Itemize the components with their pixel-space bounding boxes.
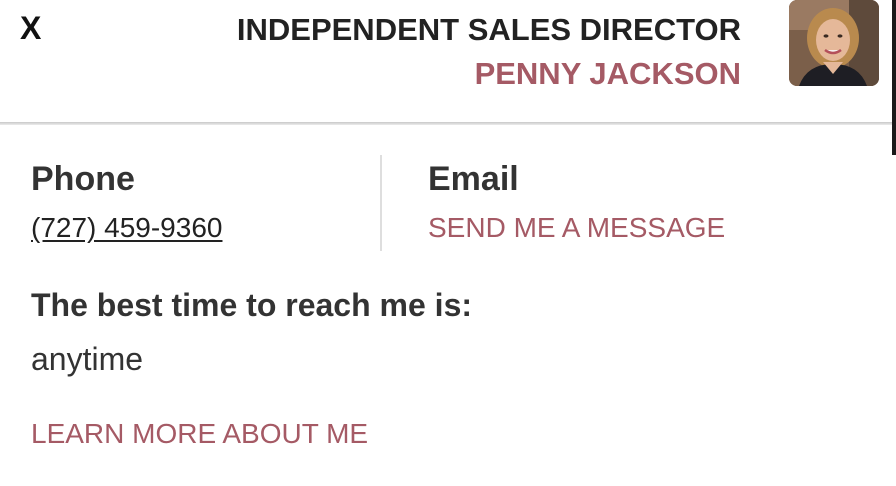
- best-time-label: The best time to reach me is:: [31, 287, 473, 323]
- learn-more-link[interactable]: LEARN MORE ABOUT ME: [31, 417, 368, 451]
- contact-card: X INDEPENDENT SALES DIRECTOR PENNY JACKS…: [0, 0, 896, 486]
- best-time-value: anytime: [31, 341, 144, 377]
- phone-label: Phone: [31, 160, 135, 198]
- avatar: [789, 0, 879, 86]
- close-button[interactable]: X: [20, 12, 41, 44]
- send-message-link[interactable]: SEND ME A MESSAGE: [428, 211, 725, 245]
- email-label: Email: [428, 160, 519, 198]
- column-divider: [380, 155, 382, 251]
- director-name: PENNY JACKSON: [474, 56, 741, 91]
- phone-link[interactable]: (727) 459-9360: [31, 211, 222, 245]
- profile-photo-icon: [789, 0, 879, 86]
- director-title: INDEPENDENT SALES DIRECTOR: [236, 12, 741, 47]
- contact-details: Phone (727) 459-9360 Email SEND ME A MES…: [0, 125, 896, 486]
- header: X INDEPENDENT SALES DIRECTOR PENNY JACKS…: [0, 0, 896, 122]
